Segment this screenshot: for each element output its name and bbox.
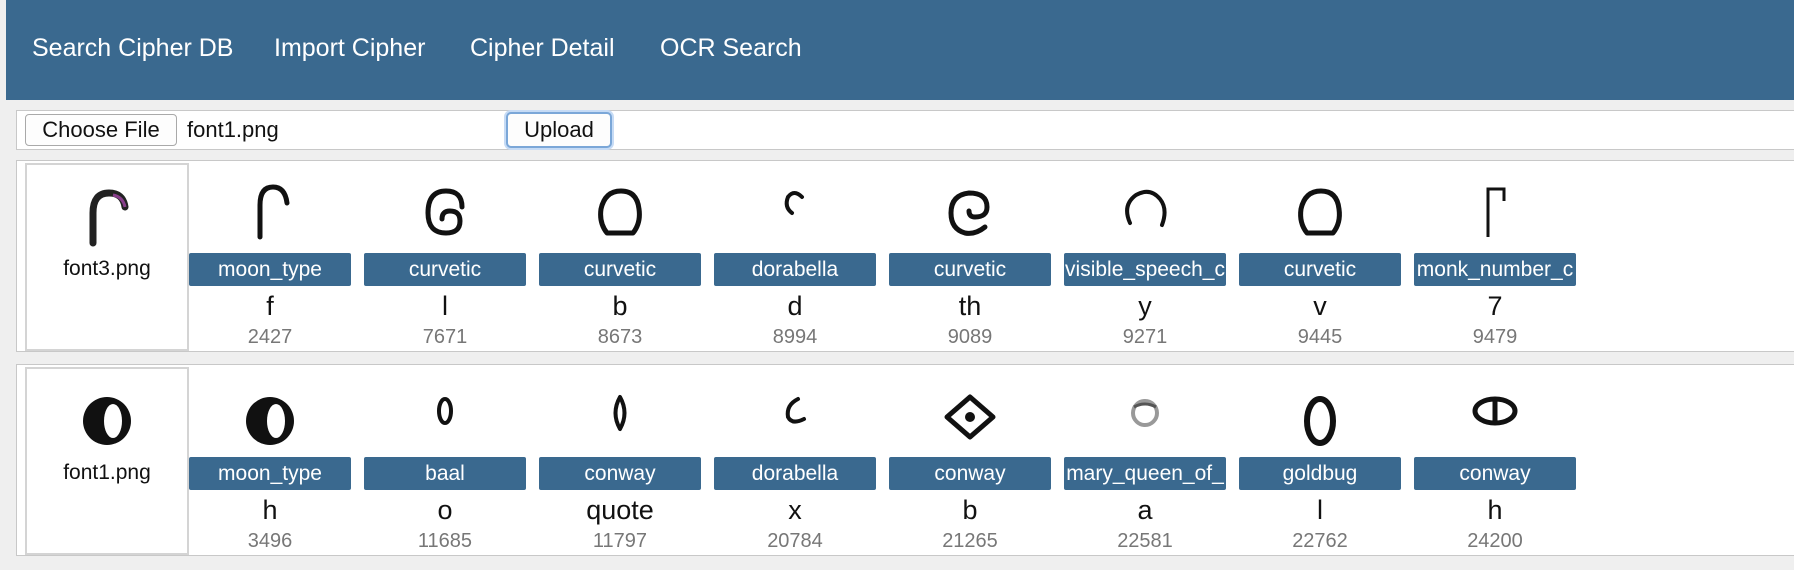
match-card[interactable]: curvetic v 9445 [1239,161,1401,351]
eye-glyph-icon [944,394,996,440]
match-card[interactable]: mary_queen_of_ a 22581 [1064,365,1226,555]
match-letter: l [1317,495,1323,525]
match-card[interactable]: dorabella x 20784 [714,365,876,555]
match-letter: h [1487,495,1503,525]
match-id: 3496 [247,530,293,552]
cipher-tag[interactable]: dorabella [714,457,876,490]
upload-form: Choose File font1.png Upload [16,110,1794,150]
hook-glyph-icon [89,189,129,247]
cipher-tag[interactable]: moon_type [189,253,351,286]
selected-file-name: font1.png [187,117,279,142]
small-oval-glyph-icon [437,397,453,425]
match-letter: o [437,495,453,525]
match-id: 9089 [947,326,993,348]
match-card[interactable]: monk_number_c 7 9479 [1414,161,1576,351]
match-card[interactable]: goldbug l 22762 [1239,365,1401,555]
theta-glyph-icon [1472,396,1518,426]
cipher-tag[interactable]: curvetic [1239,253,1401,286]
match-id: 20784 [767,530,823,552]
hook-glyph-icon [257,184,290,240]
upload-button[interactable]: Upload [506,112,612,148]
match-card[interactable]: curvetic b 8673 [539,161,701,351]
match-letter: 7 [1487,291,1503,321]
match-id: 11797 [592,530,648,552]
match-id: 9445 [1297,326,1343,348]
cipher-tag[interactable]: conway [539,457,701,490]
match-card[interactable]: curvetic th 9089 [889,161,1051,351]
curl-glyph-icon [948,190,990,236]
arch-glyph-icon [1298,188,1342,236]
cipher-tag[interactable]: dorabella [714,253,876,286]
match-id: 22581 [1117,530,1173,552]
cipher-tag[interactable]: curvetic [539,253,701,286]
match-letter: f [266,291,274,321]
match-id: 21265 [942,530,998,552]
match-id: 9479 [1472,326,1518,348]
nav-ocr-search[interactable]: OCR Search [660,34,802,63]
small-curl-glyph-icon [784,191,804,215]
cipher-tag[interactable]: curvetic [364,253,526,286]
source-image-cell: font3.png [25,163,189,351]
match-letter: y [1138,291,1152,321]
source-file-name: font3.png [63,257,151,280]
arch-glyph-icon [598,188,642,236]
match-id: 11685 [417,530,473,552]
match-id: 7671 [422,326,468,348]
zero-glyph-icon [1304,396,1336,446]
source-file-name: font1.png [63,461,151,484]
nav-cipher-detail[interactable]: Cipher Detail [470,34,615,63]
match-card[interactable]: moon_type f 2427 [189,161,351,351]
cipher-tag[interactable]: goldbug [1239,457,1401,490]
match-id: 9271 [1122,326,1168,348]
blurred-o-glyph-icon [1131,399,1159,427]
lens-glyph-icon [613,395,627,431]
match-letter: d [787,291,803,321]
source-image-cell: font1.png [25,367,189,555]
navbar: Search Cipher DB Import Cipher Cipher De… [6,0,1794,100]
small-c-glyph-icon [785,397,806,424]
match-letter: a [1137,495,1153,525]
match-letter: v [1313,291,1327,321]
match-card[interactable]: curvetic l 7671 [364,161,526,351]
match-letter: quote [586,495,654,525]
nav-search-cipher-db[interactable]: Search Cipher DB [32,34,233,63]
match-letter: th [958,291,982,321]
cipher-tag[interactable]: mary_queen_of_ [1064,457,1226,490]
match-card[interactable]: visible_speech_c y 9271 [1064,161,1226,351]
match-letter: b [612,291,628,321]
match-id: 24200 [1467,530,1523,552]
crescent-circle-glyph-icon [83,397,131,445]
open-circle-glyph-icon [1125,189,1167,227]
match-letter: x [788,495,802,525]
cipher-tag[interactable]: conway [889,457,1051,490]
result-row: font1.png moon_type h 3496 baal o 11685 … [16,364,1794,556]
match-id: 8994 [772,326,818,348]
match-letter: h [262,495,278,525]
match-letter: l [442,291,448,321]
cipher-tag[interactable]: conway [1414,457,1576,490]
cipher-tag[interactable]: monk_number_c [1414,253,1576,286]
match-card[interactable]: conway quote 11797 [539,365,701,555]
cipher-tag[interactable]: baal [364,457,526,490]
choose-file-button[interactable]: Choose File [25,114,177,146]
crescent-circle-glyph-icon [246,397,294,445]
match-card[interactable]: conway b 21265 [889,365,1051,555]
match-card[interactable]: baal o 11685 [364,365,526,555]
match-letter: b [962,495,978,525]
cipher-tag[interactable]: moon_type [189,457,351,490]
nav-import-cipher[interactable]: Import Cipher [274,34,425,63]
match-card[interactable]: conway h 24200 [1414,365,1576,555]
match-id: 8673 [597,326,643,348]
cipher-tag[interactable]: curvetic [889,253,1051,286]
result-row: font3.png moon_type f 2427 curvetic l 76… [16,160,1794,352]
match-id: 2427 [247,326,293,348]
match-id: 22762 [1292,530,1348,552]
spiral-glyph-icon [425,188,465,236]
cipher-tag[interactable]: visible_speech_c [1064,253,1226,286]
match-card[interactable]: moon_type h 3496 [189,365,351,555]
flag-glyph-icon [1486,187,1506,237]
match-card[interactable]: dorabella d 8994 [714,161,876,351]
